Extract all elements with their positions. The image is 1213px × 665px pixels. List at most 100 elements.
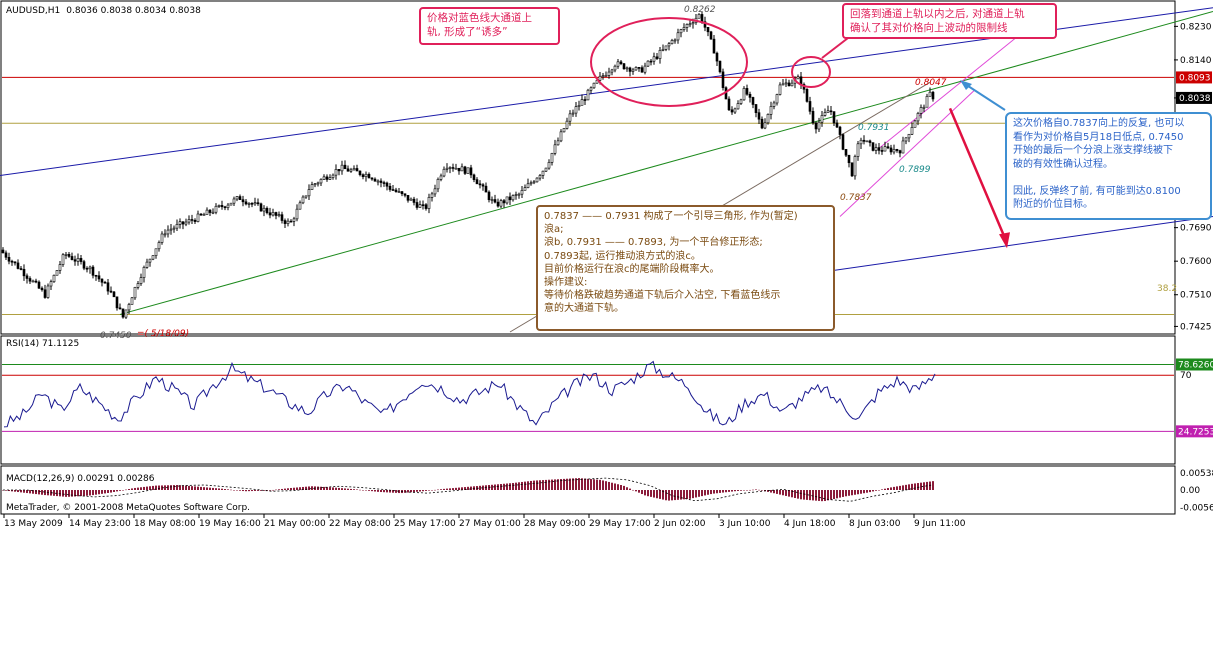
candle-body [574,106,578,114]
macd-bar [452,488,454,490]
macd-bar [665,490,667,501]
macd-bar [182,485,184,490]
macd-bar [785,490,787,496]
macd-bar [599,479,601,490]
candle-body [916,113,920,122]
time-tick-label: 19 May 16:00 [199,519,261,529]
macd-bar [884,488,886,490]
macd-bar [803,490,805,500]
candle-body [481,184,485,187]
candle-body [151,255,155,260]
macd-bar [371,490,373,492]
macd-bar [164,485,166,490]
candle-body [493,199,497,203]
macd-bar [818,490,820,501]
candle-body [70,256,74,260]
macd-bar [425,490,427,491]
time-tick-label: 14 May 23:00 [69,519,131,529]
candle-body [382,182,386,184]
candle-body [808,101,812,112]
macd-bar [17,490,19,493]
candle-body [262,207,266,212]
macd-bar [623,485,625,490]
candle-body [559,131,563,142]
candle-body [646,60,650,67]
candle-body [562,128,566,133]
macd-bar [287,488,289,490]
candle-body [160,233,164,243]
macd-bar [533,480,535,490]
candle-body [181,221,185,225]
macd-bar [854,490,856,495]
candle-body [91,266,95,276]
candle-body [721,71,725,88]
macd-bar [776,490,778,494]
macd-bar [284,488,286,490]
candle-body [196,213,200,222]
macd-bar [713,490,715,494]
candle-body [616,61,620,67]
candle-body [811,111,815,124]
candle-body [814,122,818,130]
macd-bar [338,487,340,490]
macd-bar [236,490,238,491]
candle-body [64,254,68,256]
candle-body [322,176,326,180]
candle-body [400,191,404,195]
candle-body [304,195,308,198]
macd-bar [149,486,151,490]
macd-bar [89,490,91,496]
candle-body [4,252,8,258]
candle-body [457,167,461,172]
macd-bar [698,490,700,497]
macd-bar [638,490,640,493]
macd-bar [377,490,379,492]
candle-body [625,67,629,70]
candle-body [805,88,809,102]
candle-body [265,207,269,214]
macd-bar [23,490,25,493]
candle-body [259,203,263,212]
candle-body [508,196,512,201]
label-0.7837: 0.7837 [840,193,872,203]
candle-body [826,110,830,113]
macd-bar [755,489,757,490]
macd-bar [254,490,256,491]
macd-bar [473,486,475,490]
candle-body [169,228,173,231]
macd-bar [221,488,223,490]
candle-body [130,297,134,305]
macd-bar [683,490,685,500]
time-tick-label: 8 Jun 03:00 [849,519,901,529]
candle-body [25,275,29,279]
rsi-level-label: 70 [1180,371,1192,381]
candle-body [292,218,296,222]
macd-bar [608,481,610,490]
macd-bar [902,485,904,490]
candle-body [568,113,572,122]
macd-bar [278,489,280,490]
candle-body [412,198,416,203]
time-tick-label: 29 May 17:00 [589,519,651,529]
macd-bar [467,486,469,490]
macd-bar [821,490,823,502]
macd-bar [890,487,892,490]
macd-bar [158,485,160,490]
macd-bar [530,480,532,490]
candle-body [847,154,851,164]
candle-body [472,174,476,180]
macd-bar [380,490,382,493]
candle-body [619,61,623,64]
candle-body [394,189,398,192]
macd-bar [878,490,880,491]
candle-body [748,93,752,98]
macd-bar [506,483,508,490]
macd-bar [419,490,421,492]
candle-body [787,82,791,87]
macd-bar [245,490,247,492]
candle-body [580,99,584,106]
candle-body [634,67,638,71]
time-tick-label: 9 Jun 11:00 [914,519,966,529]
candle-body [775,94,779,104]
annotation-wave-analysis: 0.7837 —— 0.7931 构成了一个引导三角形, 作为(暂定) 浪a; … [536,205,835,331]
